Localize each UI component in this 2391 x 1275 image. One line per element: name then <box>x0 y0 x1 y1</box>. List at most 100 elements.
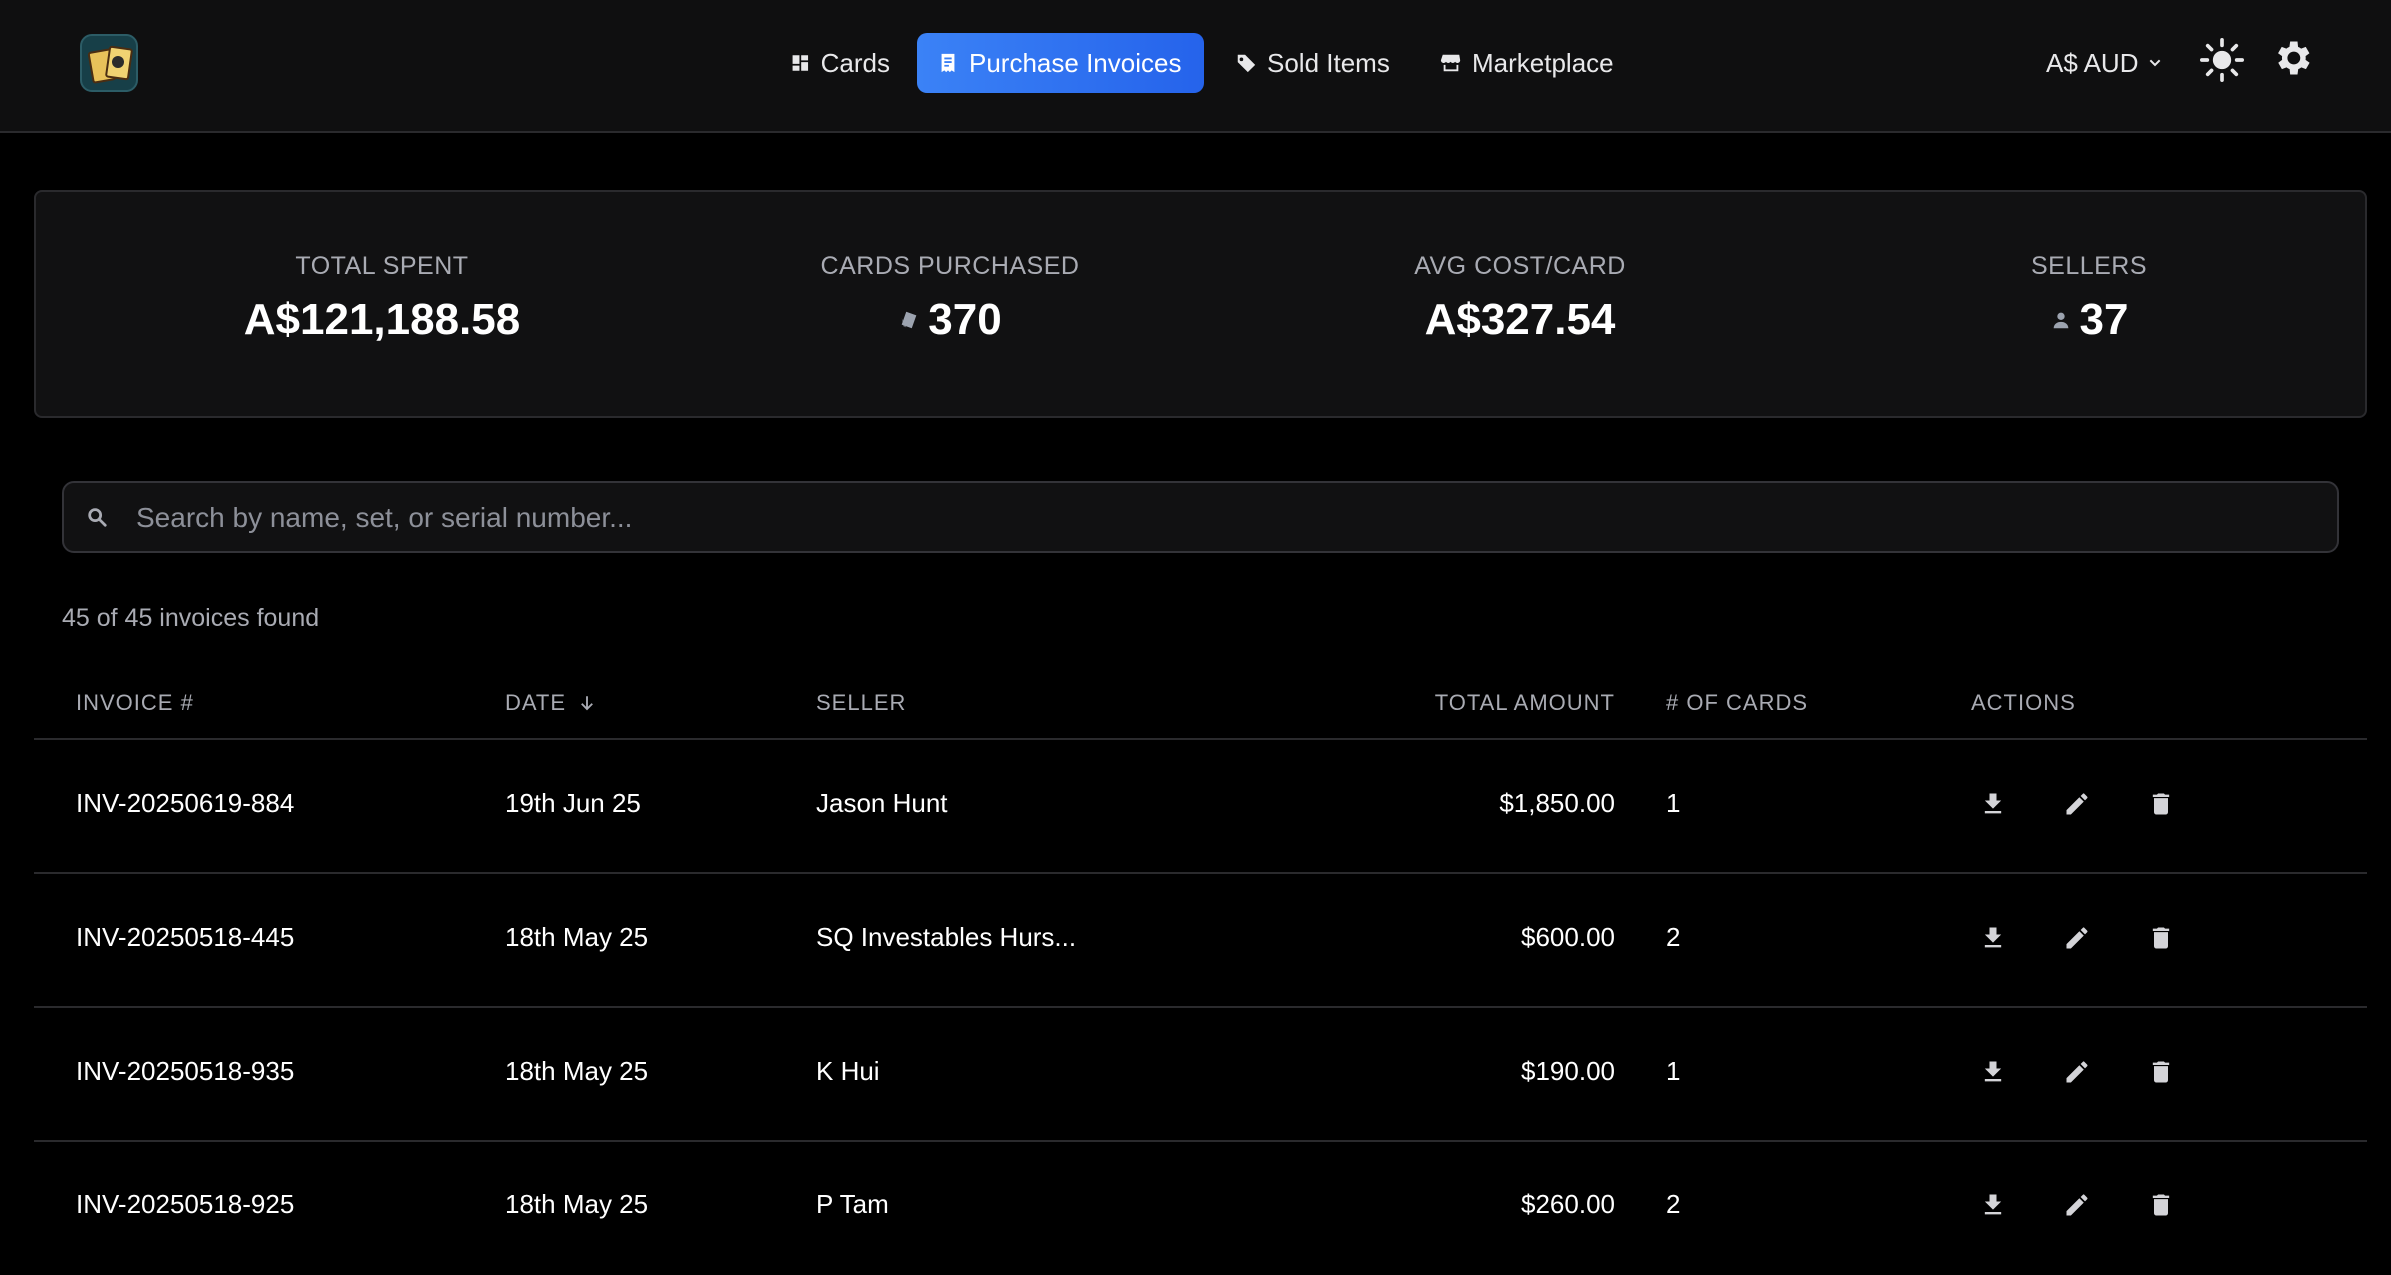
stat-value: 370 <box>928 295 1002 344</box>
delete-button[interactable] <box>2139 1050 2183 1094</box>
currency-selector[interactable]: A$ AUD <box>2030 40 2179 86</box>
nav-sold-items[interactable]: Sold Items <box>1215 33 1415 93</box>
stat-sellers: SELLERS 37 <box>1879 252 2299 345</box>
delete-button[interactable] <box>2139 916 2183 960</box>
search-icon <box>88 508 107 527</box>
card-count: 2 <box>1666 1189 1681 1219</box>
nav-marketplace[interactable]: Marketplace <box>1420 33 1650 93</box>
gear-icon[interactable] <box>2270 36 2314 80</box>
nav-label: Purchase Invoices <box>969 47 1182 78</box>
search-box[interactable] <box>62 481 2339 553</box>
currency-label: A$ AUD <box>2046 47 2139 78</box>
delete-button[interactable] <box>2139 1183 2183 1227</box>
chevron-down-icon <box>2149 59 2160 67</box>
arrow-down-icon <box>581 696 593 711</box>
grid-icon <box>792 55 809 71</box>
storefront-icon <box>1440 54 1461 72</box>
total-amount: $1,850.00 <box>1499 788 1615 818</box>
edit-button[interactable] <box>2055 782 2099 826</box>
delete-button[interactable] <box>2139 782 2183 826</box>
nav-cards[interactable]: Cards <box>770 33 910 93</box>
seller-name: P Tam <box>816 1189 889 1219</box>
stat-label: SELLERS <box>2030 252 2148 280</box>
stats-panel: TOTAL SPENT A$121,188.58 CARDS PURCHASED… <box>34 190 2367 418</box>
download-button[interactable] <box>1971 1050 2015 1094</box>
invoice-date: 18th May 25 <box>505 922 649 952</box>
column-header-invoice[interactable]: INVOICE # <box>76 690 194 716</box>
row-actions <box>1971 916 2183 960</box>
stat-value: 37 <box>2079 295 2129 344</box>
stat-value-row: A$121,188.58 <box>172 295 592 345</box>
seller-name: SQ Investables Hurs... <box>816 922 1077 952</box>
stat-label: TOTAL SPENT <box>295 252 469 280</box>
sun-icon[interactable] <box>2200 38 2244 82</box>
pencil-icon <box>2066 927 2088 949</box>
card-count: 1 <box>1666 788 1681 818</box>
person-icon <box>2053 312 2068 329</box>
stat-total-spent: TOTAL SPENT A$121,188.58 <box>172 252 592 345</box>
column-header-card-count[interactable]: # OF CARDS <box>1666 690 1808 716</box>
invoice-date: 18th May 25 <box>505 1056 649 1086</box>
table-row[interactable]: INV-20250518-925 18th May 25 P Tam $260.… <box>34 1141 2367 1275</box>
download-icon <box>1984 1194 2002 1215</box>
download-button[interactable] <box>1971 782 2015 826</box>
row-actions <box>1971 1050 2183 1094</box>
download-button[interactable] <box>1971 916 2015 960</box>
results-count: 45 of 45 invoices found <box>62 604 320 632</box>
stat-cards-purchased: CARDS PURCHASED 370 <box>740 252 1160 345</box>
column-header-seller[interactable]: SELLER <box>816 690 906 716</box>
column-header-label: # OF CARDS <box>1666 690 1809 715</box>
stat-avg-cost: AVG COST/CARD A$327.54 <box>1310 252 1730 345</box>
card-count: 1 <box>1666 1056 1681 1086</box>
table-row[interactable]: INV-20250518-935 18th May 25 K Hui $190.… <box>34 1008 2367 1142</box>
trash-icon <box>2152 793 2170 815</box>
column-header-total-amount[interactable]: TOTAL AMOUNT <box>1435 690 1615 716</box>
download-icon <box>1984 793 2002 814</box>
trash-icon <box>2152 1194 2170 1216</box>
column-header-label: INVOICE # <box>76 690 194 715</box>
download-icon <box>1984 1061 2002 1082</box>
edit-button[interactable] <box>2055 1183 2099 1227</box>
column-header-label: TOTAL AMOUNT <box>1434 690 1615 715</box>
nav-label: Cards <box>820 47 890 78</box>
stat-value-row: 37 <box>1879 295 2299 345</box>
invoice-number: INV-20250518-925 <box>76 1189 295 1219</box>
table-row[interactable]: INV-20250518-445 18th May 25 SQ Investab… <box>34 874 2367 1008</box>
edit-button[interactable] <box>2055 1050 2099 1094</box>
pencil-icon <box>2066 793 2088 815</box>
seller-name: K Hui <box>816 1056 880 1086</box>
cards-icon <box>901 311 917 329</box>
row-actions <box>1971 782 2183 826</box>
table-row[interactable]: INV-20250619-884 19th Jun 25 Jason Hunt … <box>34 740 2367 874</box>
tag-icon <box>1236 54 1256 73</box>
column-header-label: ACTIONS <box>1971 690 2076 715</box>
table-header: INVOICE # DATE SELLER TOTAL AMOUNT # OF … <box>34 670 2367 740</box>
column-header-date[interactable]: DATE <box>505 690 596 716</box>
row-actions <box>1971 1183 2183 1227</box>
total-amount: $260.00 <box>1521 1189 1615 1219</box>
invoice-date: 18th May 25 <box>505 1189 649 1219</box>
nav-label: Marketplace <box>1472 47 1614 78</box>
pencil-icon <box>2066 1194 2088 1216</box>
stat-value: A$121,188.58 <box>243 295 521 344</box>
receipt-icon <box>941 53 955 73</box>
stat-value: A$327.54 <box>1424 295 1616 344</box>
nav-purchase-invoices[interactable]: Purchase Invoices <box>917 33 1204 93</box>
invoice-number: INV-20250619-884 <box>76 788 295 818</box>
invoice-number: INV-20250518-445 <box>76 922 295 952</box>
app-logo[interactable] <box>80 34 138 92</box>
stat-value-row: 370 <box>740 295 1160 345</box>
nav-label: Sold Items <box>1267 47 1390 78</box>
trash-icon <box>2152 927 2170 949</box>
total-amount: $600.00 <box>1521 922 1615 952</box>
stat-label: CARDS PURCHASED <box>820 252 1080 280</box>
trash-icon <box>2152 1061 2170 1083</box>
download-icon <box>1984 927 2002 948</box>
edit-button[interactable] <box>2055 916 2099 960</box>
invoice-number: INV-20250518-935 <box>76 1056 295 1086</box>
download-button[interactable] <box>1971 1183 2015 1227</box>
top-navigation-bar: Cards Purchase Invoices Sold Items Marke… <box>0 0 2391 133</box>
stat-label: AVG COST/CARD <box>1414 252 1626 280</box>
column-header-actions: ACTIONS <box>1971 690 2076 716</box>
search-input[interactable] <box>134 483 2318 553</box>
